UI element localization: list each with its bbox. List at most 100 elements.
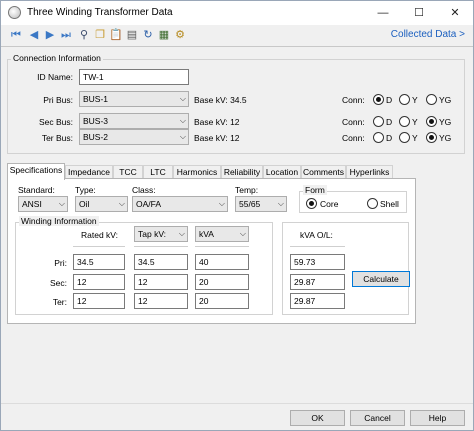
tab-reliability[interactable]: Reliability <box>221 165 263 179</box>
ter-base-kv: Base kV: 12 <box>194 133 240 143</box>
apply-icon[interactable]: ▦ <box>157 28 171 42</box>
maximize-button[interactable]: ☐ <box>401 1 437 25</box>
pri-conn-y-radio[interactable] <box>399 94 410 105</box>
class-value: OA/FA <box>136 199 162 209</box>
form-core-radio[interactable] <box>306 198 317 209</box>
chevron-down-icon: ⌵ <box>277 199 284 208</box>
pri-rated-kv-input[interactable]: 34.5 <box>73 254 125 270</box>
chevron-down-icon: ⌵ <box>178 229 185 238</box>
tab-tcc[interactable]: TCC <box>113 165 143 179</box>
class-select[interactable]: OA/FA ⌵ <box>132 196 228 212</box>
sec-kva-input[interactable]: 20 <box>195 274 249 290</box>
unit-select[interactable]: kVA ⌵ <box>195 226 249 242</box>
ter-row-label: Ter: <box>52 297 67 307</box>
window-title: Three Winding Transformer Data <box>27 7 173 18</box>
type-select[interactable]: Oil ⌵ <box>75 196 128 212</box>
ter-conn-yg-radio[interactable] <box>426 132 437 143</box>
sec-conn-y-radio[interactable] <box>399 116 410 127</box>
tab-harmonics[interactable]: Harmonics <box>173 165 221 179</box>
print-icon[interactable]: ▤ <box>125 28 139 42</box>
settings-icon[interactable]: ⚙ <box>173 28 187 42</box>
tab-location[interactable]: Location <box>263 165 301 179</box>
rated-kv-underline <box>73 246 125 247</box>
next-record-icon[interactable]: ▶ <box>43 28 57 42</box>
unit-underline <box>195 246 249 247</box>
chevron-down-icon: ⌵ <box>118 199 125 208</box>
first-record-icon[interactable]: ⏮ <box>9 28 23 42</box>
temp-label: Temp: <box>235 185 259 195</box>
ter-conn-y-label: Y <box>412 133 418 143</box>
pri-conn-yg-radio[interactable] <box>426 94 437 105</box>
sec-conn-yg-radio[interactable] <box>426 116 437 127</box>
tab-comments[interactable]: Comments <box>301 165 346 179</box>
chevron-down-icon: ⌵ <box>239 229 246 238</box>
sec-rated-kv-input[interactable]: 12 <box>73 274 125 290</box>
tab-impedance[interactable]: Impedance <box>65 165 113 179</box>
find-icon[interactable]: ⚲ <box>77 28 91 42</box>
toolbar: ⏮ ◀ ▶ ⏭ ⚲ ❐ 📋 ▤ ↻ ▦ ⚙ Collected Data > <box>1 25 473 45</box>
sec-conn-d-radio[interactable] <box>373 116 384 127</box>
pri-row-label: Pri: <box>54 258 67 268</box>
collected-data-link[interactable]: Collected Data > <box>391 29 465 40</box>
id-name-input[interactable]: TW-1 <box>79 69 189 85</box>
ter-bus-label: Ter Bus: <box>41 133 73 143</box>
pri-bus-select[interactable]: BUS-1 ⌵ <box>79 91 189 107</box>
ter-tap-kv-input[interactable]: 12 <box>134 293 188 309</box>
sec-bus-select[interactable]: BUS-3 ⌵ <box>79 113 189 129</box>
sec-bus-value: BUS-3 <box>83 116 109 126</box>
ter-bus-select[interactable]: BUS-2 ⌵ <box>79 129 189 145</box>
pri-kva-input[interactable]: 40 <box>195 254 249 270</box>
temp-select[interactable]: 55/65 ⌵ <box>235 196 287 212</box>
kva-ol-label: kVA O/L: <box>300 230 333 240</box>
sec-base-kv: Base kV: 12 <box>194 117 240 127</box>
ter-kva-ol-output: 29.87 <box>290 293 345 309</box>
undo-icon[interactable]: ↻ <box>141 28 155 42</box>
tab-hyperlinks[interactable]: Hyperlinks <box>346 165 393 179</box>
ter-conn-yg-label: YG <box>439 133 452 143</box>
type-label: Type: <box>75 185 96 195</box>
paste-icon[interactable]: 📋 <box>109 28 123 42</box>
tap-kv-value: Tap kV: <box>138 229 167 239</box>
ter-kva-input[interactable]: 20 <box>195 293 249 309</box>
standard-select[interactable]: ANSI ⌵ <box>18 196 68 212</box>
class-label: Class: <box>132 185 156 195</box>
copy-icon[interactable]: ❐ <box>93 28 107 42</box>
pri-bus-label: Pri Bus: <box>43 95 73 105</box>
help-button[interactable]: Help <box>410 410 465 426</box>
pri-tap-kv-input[interactable]: 34.5 <box>134 254 188 270</box>
standard-value: ANSI <box>22 199 42 209</box>
winding-group-title: Winding Information <box>19 216 99 226</box>
toolbar-divider <box>1 46 473 47</box>
title-bar: Three Winding Transformer Data — ☐ ✕ <box>1 1 473 25</box>
prev-record-icon[interactable]: ◀ <box>27 28 41 42</box>
temp-value: 55/65 <box>239 199 261 209</box>
unit-value: kVA <box>199 229 214 239</box>
minimize-button[interactable]: — <box>365 1 401 25</box>
calculate-button[interactable]: Calculate <box>352 271 410 287</box>
tap-kv-select[interactable]: Tap kV: ⌵ <box>134 226 188 242</box>
ter-conn-d-radio[interactable] <box>373 132 384 143</box>
last-record-icon[interactable]: ⏭ <box>59 28 73 42</box>
chevron-down-icon: ⌵ <box>218 199 225 208</box>
tab-ltc[interactable]: LTC <box>143 165 173 179</box>
sec-conn-y-label: Y <box>412 117 418 127</box>
chevron-down-icon: ⌵ <box>179 116 186 125</box>
sec-conn-d-label: D <box>386 117 393 127</box>
ok-button[interactable]: OK <box>290 410 345 426</box>
form-group-title: Form <box>303 185 327 195</box>
close-button[interactable]: ✕ <box>437 1 473 25</box>
chevron-down-icon: ⌵ <box>179 132 186 141</box>
sec-row-label: Sec: <box>49 278 67 288</box>
ter-conn-y-radio[interactable] <box>399 132 410 143</box>
connection-group-title: Connection Information <box>11 53 103 63</box>
ter-rated-kv-input[interactable]: 12 <box>73 293 125 309</box>
chevron-down-icon: ⌵ <box>58 199 65 208</box>
tab-specifications[interactable]: Specifications <box>7 163 65 180</box>
form-shell-label: Shell <box>380 199 399 209</box>
cancel-button[interactable]: Cancel <box>350 410 405 426</box>
form-shell-radio[interactable] <box>367 198 378 209</box>
sec-tap-kv-input[interactable]: 12 <box>134 274 188 290</box>
sec-bus-label: Sec Bus: <box>38 117 73 127</box>
pri-conn-d-radio[interactable] <box>373 94 384 105</box>
pri-bus-value: BUS-1 <box>83 94 109 104</box>
